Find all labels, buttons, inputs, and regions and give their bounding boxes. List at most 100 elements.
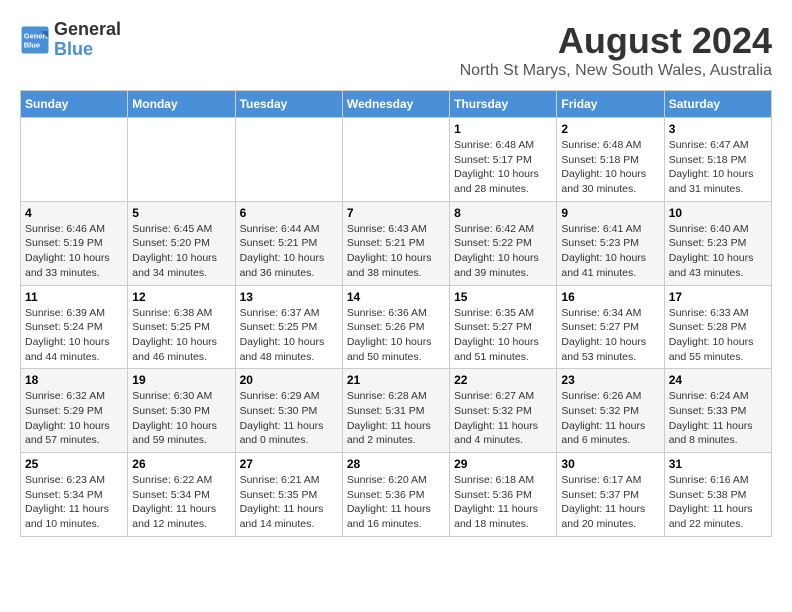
weekday-header-tuesday: Tuesday (235, 91, 342, 118)
day-info: Sunrise: 6:46 AM Sunset: 5:19 PM Dayligh… (25, 222, 123, 281)
day-info: Sunrise: 6:17 AM Sunset: 5:37 PM Dayligh… (561, 473, 659, 532)
calendar-cell: 26 Sunrise: 6:22 AM Sunset: 5:34 PM Dayli… (128, 453, 235, 537)
weekday-header-sunday: Sunday (21, 91, 128, 118)
day-info: Sunrise: 6:22 AM Sunset: 5:34 PM Dayligh… (132, 473, 230, 532)
day-info: Sunrise: 6:34 AM Sunset: 5:27 PM Dayligh… (561, 306, 659, 365)
day-number: 9 (561, 206, 659, 220)
day-number: 13 (240, 290, 338, 304)
day-number: 1 (454, 122, 552, 136)
calendar-cell: 15Sunrise: 6:35 AM Sunset: 5:27 PM Dayli… (450, 285, 557, 369)
calendar-cell: 7 Sunrise: 6:43 AM Sunset: 5:21 PM Daylig… (342, 201, 449, 285)
day-number: 3 (669, 122, 767, 136)
day-number: 29 (454, 457, 552, 471)
day-info: Sunrise: 6:21 AM Sunset: 5:35 PM Dayligh… (240, 473, 338, 532)
day-number: 27 (240, 457, 338, 471)
calendar-cell: 2 Sunrise: 6:48 AM Sunset: 5:18 PM Daylig… (557, 118, 664, 202)
day-number: 30 (561, 457, 659, 471)
day-number: 11 (25, 290, 123, 304)
calendar-cell: 27 Sunrise: 6:21 AM Sunset: 5:35 PM Dayli… (235, 453, 342, 537)
calendar-cell (342, 118, 449, 202)
calendar-cell: 18Sunrise: 6:32 AM Sunset: 5:29 PM Dayli… (21, 369, 128, 453)
day-number: 14 (347, 290, 445, 304)
day-number: 2 (561, 122, 659, 136)
calendar-cell: 6 Sunrise: 6:44 AM Sunset: 5:21 PM Daylig… (235, 201, 342, 285)
calendar-cell: 10Sunrise: 6:40 AM Sunset: 5:23 PM Dayli… (664, 201, 771, 285)
location: North St Marys, New South Wales, Austral… (460, 62, 772, 80)
day-info: Sunrise: 6:26 AM Sunset: 5:32 PM Dayligh… (561, 389, 659, 448)
logo: General Blue GeneralBlue (20, 20, 121, 60)
calendar-cell (128, 118, 235, 202)
calendar-cell: 24Sunrise: 6:24 AM Sunset: 5:33 PM Dayli… (664, 369, 771, 453)
calendar-cell: 8Sunrise: 6:42 AM Sunset: 5:22 PM Daylig… (450, 201, 557, 285)
day-number: 31 (669, 457, 767, 471)
weekday-header-friday: Friday (557, 91, 664, 118)
weekday-header-thursday: Thursday (450, 91, 557, 118)
day-info: Sunrise: 6:47 AM Sunset: 5:18 PM Dayligh… (669, 138, 767, 197)
day-number: 24 (669, 373, 767, 387)
day-info: Sunrise: 6:33 AM Sunset: 5:28 PM Dayligh… (669, 306, 767, 365)
calendar-cell: 29 Sunrise: 6:18 AM Sunset: 5:36 PM Dayli… (450, 453, 557, 537)
title-section: August 2024 North St Marys, New South Wa… (460, 20, 772, 80)
calendar: SundayMondayTuesdayWednesdayThursdayFrid… (20, 90, 772, 537)
day-info: Sunrise: 6:28 AM Sunset: 5:31 PM Dayligh… (347, 389, 445, 448)
logo-icon: General Blue (20, 25, 50, 55)
svg-text:Blue: Blue (24, 40, 40, 49)
calendar-cell: 16 Sunrise: 6:34 AM Sunset: 5:27 PM Dayli… (557, 285, 664, 369)
day-number: 7 (347, 206, 445, 220)
day-info: Sunrise: 6:44 AM Sunset: 5:21 PM Dayligh… (240, 222, 338, 281)
day-number: 8 (454, 206, 552, 220)
calendar-cell: 12 Sunrise: 6:38 AM Sunset: 5:25 PM Dayli… (128, 285, 235, 369)
day-info: Sunrise: 6:30 AM Sunset: 5:30 PM Dayligh… (132, 389, 230, 448)
day-info: Sunrise: 6:39 AM Sunset: 5:24 PM Dayligh… (25, 306, 123, 365)
weekday-header-monday: Monday (128, 91, 235, 118)
day-info: Sunrise: 6:43 AM Sunset: 5:21 PM Dayligh… (347, 222, 445, 281)
day-number: 22 (454, 373, 552, 387)
calendar-cell: 31 Sunrise: 6:16 AM Sunset: 5:38 PM Dayli… (664, 453, 771, 537)
day-number: 16 (561, 290, 659, 304)
day-info: Sunrise: 6:20 AM Sunset: 5:36 PM Dayligh… (347, 473, 445, 532)
day-info: Sunrise: 6:38 AM Sunset: 5:25 PM Dayligh… (132, 306, 230, 365)
calendar-cell: 20 Sunrise: 6:29 AM Sunset: 5:30 PM Dayli… (235, 369, 342, 453)
month-year: August 2024 (460, 20, 772, 62)
day-number: 20 (240, 373, 338, 387)
calendar-cell: 25Sunrise: 6:23 AM Sunset: 5:34 PM Dayli… (21, 453, 128, 537)
calendar-week-4: 18Sunrise: 6:32 AM Sunset: 5:29 PM Dayli… (21, 369, 772, 453)
calendar-cell: 19Sunrise: 6:30 AM Sunset: 5:30 PM Dayli… (128, 369, 235, 453)
calendar-cell: 21 Sunrise: 6:28 AM Sunset: 5:31 PM Dayli… (342, 369, 449, 453)
day-info: Sunrise: 6:37 AM Sunset: 5:25 PM Dayligh… (240, 306, 338, 365)
calendar-week-1: 1Sunrise: 6:48 AM Sunset: 5:17 PM Daylig… (21, 118, 772, 202)
day-number: 12 (132, 290, 230, 304)
day-number: 26 (132, 457, 230, 471)
calendar-week-2: 4 Sunrise: 6:46 AM Sunset: 5:19 PM Daylig… (21, 201, 772, 285)
calendar-cell: 22 Sunrise: 6:27 AM Sunset: 5:32 PM Dayli… (450, 369, 557, 453)
calendar-cell (21, 118, 128, 202)
calendar-cell: 9Sunrise: 6:41 AM Sunset: 5:23 PM Daylig… (557, 201, 664, 285)
day-info: Sunrise: 6:18 AM Sunset: 5:36 PM Dayligh… (454, 473, 552, 532)
calendar-week-5: 25Sunrise: 6:23 AM Sunset: 5:34 PM Dayli… (21, 453, 772, 537)
day-info: Sunrise: 6:48 AM Sunset: 5:18 PM Dayligh… (561, 138, 659, 197)
day-info: Sunrise: 6:35 AM Sunset: 5:27 PM Dayligh… (454, 306, 552, 365)
calendar-cell: 5Sunrise: 6:45 AM Sunset: 5:20 PM Daylig… (128, 201, 235, 285)
day-info: Sunrise: 6:32 AM Sunset: 5:29 PM Dayligh… (25, 389, 123, 448)
day-number: 5 (132, 206, 230, 220)
day-number: 21 (347, 373, 445, 387)
calendar-cell: 30 Sunrise: 6:17 AM Sunset: 5:37 PM Dayli… (557, 453, 664, 537)
day-info: Sunrise: 6:23 AM Sunset: 5:34 PM Dayligh… (25, 473, 123, 532)
calendar-cell (235, 118, 342, 202)
day-number: 6 (240, 206, 338, 220)
logo-text: GeneralBlue (54, 20, 121, 60)
weekday-header-row: SundayMondayTuesdayWednesdayThursdayFrid… (21, 91, 772, 118)
day-number: 10 (669, 206, 767, 220)
calendar-cell: 23 Sunrise: 6:26 AM Sunset: 5:32 PM Dayli… (557, 369, 664, 453)
day-info: Sunrise: 6:27 AM Sunset: 5:32 PM Dayligh… (454, 389, 552, 448)
calendar-cell: 13 Sunrise: 6:37 AM Sunset: 5:25 PM Dayli… (235, 285, 342, 369)
day-number: 23 (561, 373, 659, 387)
calendar-week-3: 11 Sunrise: 6:39 AM Sunset: 5:24 PM Dayli… (21, 285, 772, 369)
day-number: 4 (25, 206, 123, 220)
calendar-cell: 3 Sunrise: 6:47 AM Sunset: 5:18 PM Daylig… (664, 118, 771, 202)
calendar-cell: 17 Sunrise: 6:33 AM Sunset: 5:28 PM Dayli… (664, 285, 771, 369)
day-number: 17 (669, 290, 767, 304)
day-info: Sunrise: 6:29 AM Sunset: 5:30 PM Dayligh… (240, 389, 338, 448)
calendar-cell: 4 Sunrise: 6:46 AM Sunset: 5:19 PM Daylig… (21, 201, 128, 285)
day-info: Sunrise: 6:16 AM Sunset: 5:38 PM Dayligh… (669, 473, 767, 532)
